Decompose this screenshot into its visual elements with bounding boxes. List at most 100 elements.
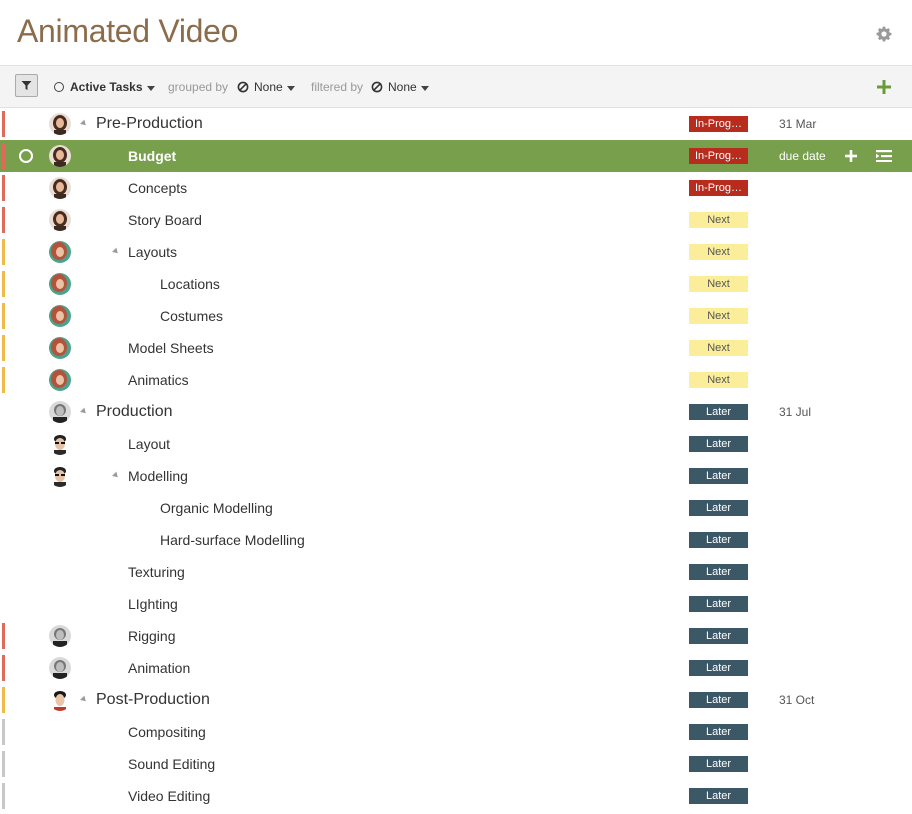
task-row[interactable]: Organic Modelling Later (0, 492, 912, 524)
status-badge[interactable]: Next (689, 372, 748, 388)
task-row[interactable]: Animatics Next (0, 364, 912, 396)
task-name[interactable]: Story Board (128, 204, 202, 236)
task-name[interactable]: Texturing (128, 556, 185, 588)
task-row[interactable]: Rigging Later (0, 620, 912, 652)
expand-triangle-icon[interactable] (80, 119, 88, 128)
status-badge[interactable]: Next (689, 276, 748, 292)
task-name[interactable]: Layout (128, 428, 170, 460)
task-name[interactable]: Pre-Production (96, 108, 203, 140)
avatar[interactable] (49, 145, 71, 167)
task-row[interactable]: Animation Later (0, 652, 912, 684)
task-name[interactable]: Locations (160, 268, 220, 300)
status-badge[interactable]: Later (689, 788, 748, 804)
task-name[interactable]: Sound Editing (128, 748, 215, 780)
avatar[interactable] (49, 305, 71, 327)
task-row[interactable]: Locations Next (0, 268, 912, 300)
active-tasks-dropdown[interactable]: Active Tasks (54, 66, 155, 108)
add-task-plus-icon[interactable] (877, 80, 891, 94)
status-badge[interactable]: Next (689, 308, 748, 324)
expand-triangle-icon[interactable] (112, 471, 120, 480)
list-menu-icon[interactable] (876, 150, 892, 162)
complete-circle-icon[interactable] (19, 149, 33, 163)
task-row[interactable]: Story Board Next (0, 204, 912, 236)
task-row[interactable]: Modelling Later (0, 460, 912, 492)
task-row[interactable]: Concepts In-Prog… (0, 172, 912, 204)
avatar[interactable] (49, 465, 71, 487)
status-badge[interactable]: In-Prog… (689, 116, 748, 132)
due-date[interactable]: 31 Oct (779, 684, 814, 716)
due-date[interactable]: due date (779, 140, 826, 172)
expand-triangle-icon[interactable] (80, 695, 88, 704)
task-row[interactable]: Compositing Later (0, 716, 912, 748)
task-row[interactable]: Layouts Next (0, 236, 912, 268)
task-name[interactable]: Modelling (128, 460, 188, 492)
task-name[interactable]: Video Editing (128, 780, 210, 812)
due-date[interactable]: 31 Mar (779, 108, 816, 140)
status-badge[interactable]: Later (689, 724, 748, 740)
avatar[interactable] (49, 369, 71, 391)
avatar[interactable] (49, 241, 71, 263)
gear-icon[interactable] (876, 26, 892, 42)
avatar[interactable] (49, 273, 71, 295)
task-row[interactable]: LIghting Later (0, 588, 912, 620)
avatar[interactable] (49, 689, 71, 711)
task-row[interactable]: Costumes Next (0, 300, 912, 332)
task-name[interactable]: Budget (128, 140, 176, 172)
task-name[interactable]: Costumes (160, 300, 223, 332)
task-name[interactable]: LIghting (128, 588, 178, 620)
task-name[interactable]: Organic Modelling (160, 492, 273, 524)
status-badge[interactable]: Later (689, 564, 748, 580)
avatar[interactable] (49, 401, 71, 423)
task-name[interactable]: Model Sheets (128, 332, 214, 364)
task-name[interactable]: Production (96, 396, 173, 428)
status-badge[interactable]: Later (689, 532, 748, 548)
avatar[interactable] (49, 625, 71, 647)
task-row[interactable]: Production Later 31 Jul (0, 396, 912, 428)
status-badge[interactable]: Later (689, 756, 748, 772)
status-badge[interactable]: Later (689, 628, 748, 644)
status-badge[interactable]: Next (689, 212, 748, 228)
expand-triangle-icon[interactable] (80, 407, 88, 416)
task-row[interactable]: Video Editing Later (0, 780, 912, 812)
status-badge[interactable]: Next (689, 244, 748, 260)
priority-edge (2, 623, 5, 649)
task-name[interactable]: Animation (128, 652, 190, 684)
add-subtask-plus-icon[interactable] (845, 150, 857, 162)
task-row[interactable]: Layout Later (0, 428, 912, 460)
avatar[interactable] (49, 177, 71, 199)
status-badge[interactable]: In-Prog… (689, 180, 748, 196)
task-row[interactable]: Pre-Production In-Prog… 31 Mar (0, 108, 912, 140)
avatar[interactable] (49, 113, 71, 135)
expand-triangle-icon[interactable] (112, 247, 120, 256)
task-name[interactable]: Concepts (128, 172, 187, 204)
task-name[interactable]: Post-Production (96, 684, 210, 716)
task-name[interactable]: Layouts (128, 236, 177, 268)
status-badge[interactable]: Later (689, 404, 748, 420)
avatar[interactable] (49, 657, 71, 679)
task-name[interactable]: Hard-surface Modelling (160, 524, 305, 556)
status-badge[interactable]: In-Prog… (689, 148, 748, 164)
status-badge[interactable]: Later (689, 436, 748, 452)
filter-toggle-button[interactable] (15, 74, 38, 97)
status-badge[interactable]: Next (689, 340, 748, 356)
task-row[interactable]: Post-Production Later 31 Oct (0, 684, 912, 716)
status-badge[interactable]: Later (689, 596, 748, 612)
task-row[interactable]: Sound Editing Later (0, 748, 912, 780)
task-name[interactable]: Rigging (128, 620, 175, 652)
due-date[interactable]: 31 Jul (779, 396, 811, 428)
task-row[interactable]: Texturing Later (0, 556, 912, 588)
filtered-by-dropdown[interactable]: None (371, 66, 429, 108)
task-row[interactable]: Model Sheets Next (0, 332, 912, 364)
grouped-by-dropdown[interactable]: None (237, 66, 295, 108)
avatar[interactable] (49, 433, 71, 455)
task-name[interactable]: Animatics (128, 364, 189, 396)
status-badge[interactable]: Later (689, 660, 748, 676)
status-badge[interactable]: Later (689, 692, 748, 708)
status-badge[interactable]: Later (689, 468, 748, 484)
status-badge[interactable]: Later (689, 500, 748, 516)
avatar[interactable] (49, 209, 71, 231)
task-row[interactable]: Hard-surface Modelling Later (0, 524, 912, 556)
avatar[interactable] (49, 337, 71, 359)
task-row[interactable]: Budget In-Prog… due date (0, 140, 912, 172)
task-name[interactable]: Compositing (128, 716, 206, 748)
